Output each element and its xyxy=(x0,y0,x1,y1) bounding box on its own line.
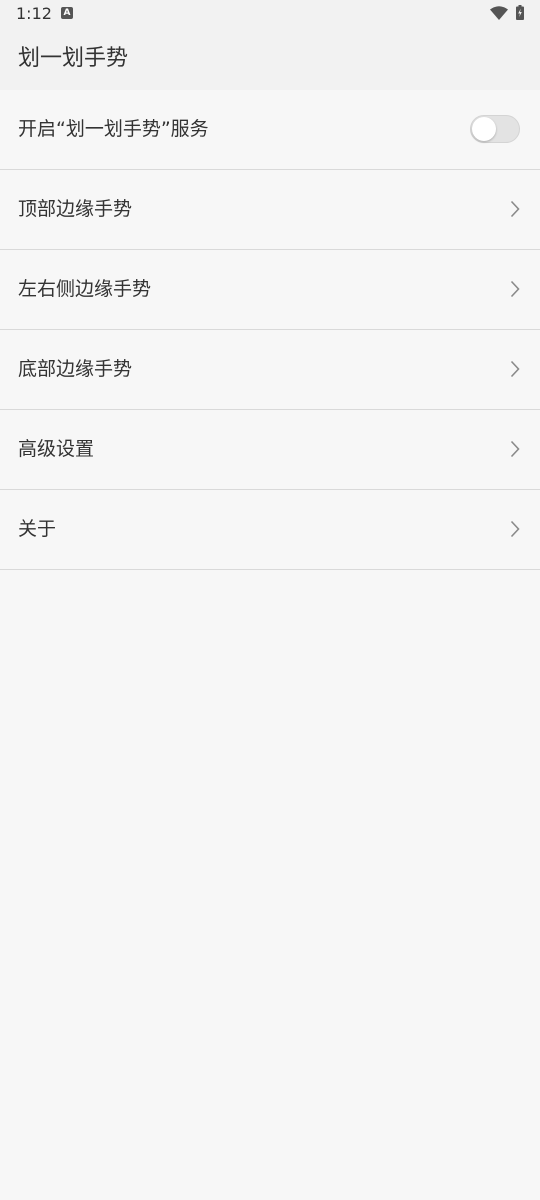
settings-item-label: 左右侧边缘手势 xyxy=(18,278,152,300)
settings-item-label: 关于 xyxy=(18,518,57,540)
settings-item-label: 顶部边缘手势 xyxy=(18,198,133,220)
settings-item-top-edge[interactable]: 顶部边缘手势 xyxy=(0,170,540,250)
settings-item-side-edge[interactable]: 左右侧边缘手势 xyxy=(0,250,540,330)
status-icons xyxy=(490,4,524,24)
wifi-icon xyxy=(490,5,508,24)
settings-item-about[interactable]: 关于 xyxy=(0,490,540,570)
app-bar: 划一划手势 xyxy=(0,28,540,90)
battery-charging-icon xyxy=(516,4,524,24)
settings-item-advanced[interactable]: 高级设置 xyxy=(0,410,540,490)
status-time: 1:12 xyxy=(16,4,52,23)
chevron-right-icon xyxy=(510,360,520,378)
settings-item-bottom-edge[interactable]: 底部边缘手势 xyxy=(0,330,540,410)
chevron-right-icon xyxy=(510,200,520,218)
toggle-knob xyxy=(472,117,496,141)
settings-list: 开启“划一划手势”服务 顶部边缘手势 左右侧边缘手势 底部边缘手势 高级设置 关… xyxy=(0,90,540,570)
status-bar: 1:12 A xyxy=(0,0,540,28)
service-toggle-switch[interactable] xyxy=(470,115,520,143)
service-toggle-row[interactable]: 开启“划一划手势”服务 xyxy=(0,90,540,170)
settings-item-label: 底部边缘手势 xyxy=(18,358,133,380)
chevron-right-icon xyxy=(510,440,520,458)
service-toggle-label: 开启“划一划手势”服务 xyxy=(18,118,209,140)
chevron-right-icon xyxy=(510,280,520,298)
a-notification-icon: A xyxy=(61,7,73,19)
settings-item-label: 高级设置 xyxy=(18,438,95,460)
page-title: 划一划手势 xyxy=(18,46,129,71)
chevron-right-icon xyxy=(510,520,520,538)
